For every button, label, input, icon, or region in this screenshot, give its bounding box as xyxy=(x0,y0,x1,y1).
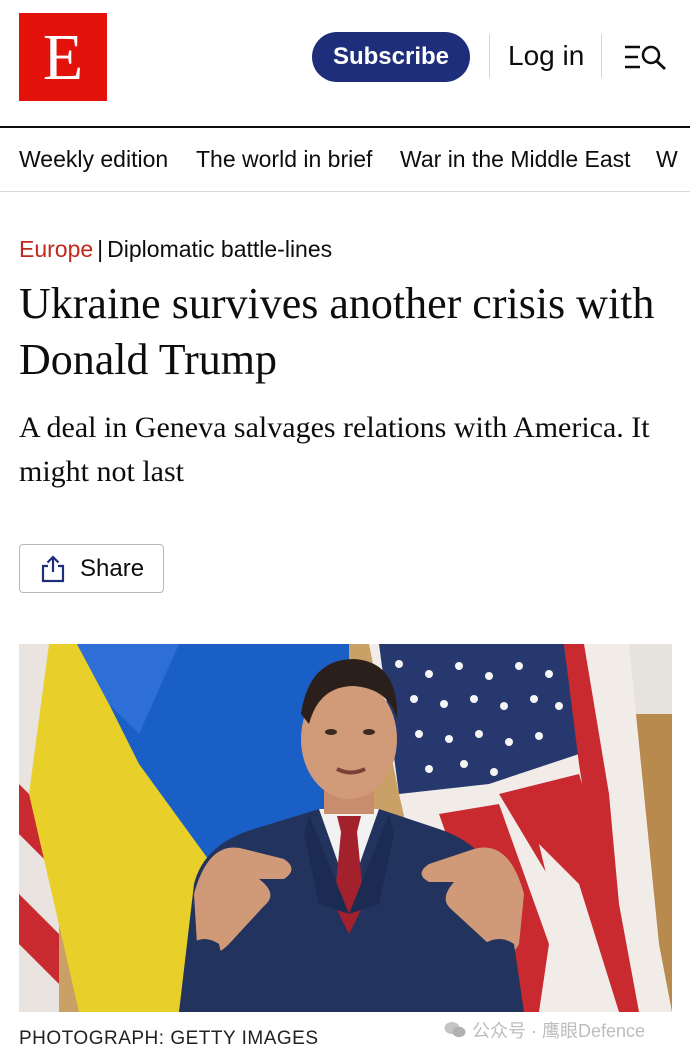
wechat-icon xyxy=(444,1022,466,1038)
site-header: E Subscribe Log in xyxy=(0,0,690,126)
image-credit: PHOTOGRAPH: GETTY IMAGES xyxy=(19,1028,319,1049)
logo-letter: E xyxy=(42,21,84,94)
login-link[interactable]: Log in xyxy=(508,40,584,72)
wechat-watermark: 公众号 · 鹰眼Defence xyxy=(444,1018,645,1042)
hero-image xyxy=(19,644,672,1012)
nav-item-world-in-brief[interactable]: The world in brief xyxy=(196,146,372,173)
nav-item-weekly-edition[interactable]: Weekly edition xyxy=(19,146,168,173)
rubric-separator: | xyxy=(97,236,104,262)
share-label: Share xyxy=(80,554,145,582)
share-button[interactable]: Share xyxy=(19,544,164,593)
watermark-text: 公众号 · 鹰眼Defence xyxy=(472,1021,646,1041)
header-divider xyxy=(489,34,490,78)
article-standfirst: A deal in Geneva salvages relations with… xyxy=(19,411,650,488)
subscribe-button[interactable]: Subscribe xyxy=(312,32,470,82)
article-rubric: Europe | Diplomatic battle-lines xyxy=(19,236,332,263)
menu-search-icon[interactable] xyxy=(624,42,668,72)
nav-item-war-middle-east[interactable]: War in the Middle East xyxy=(400,146,631,173)
article-headline: Ukraine survives another crisis with Don… xyxy=(19,279,655,384)
top-nav: Weekly edition The world in brief War in… xyxy=(0,128,690,192)
share-icon xyxy=(41,554,65,582)
economist-logo[interactable]: E xyxy=(19,13,107,101)
header-divider xyxy=(601,34,602,78)
nav-rule xyxy=(0,191,690,192)
fly-title: Diplomatic battle-lines xyxy=(107,236,333,262)
nav-item-more[interactable]: W xyxy=(656,146,678,173)
section-link[interactable]: Europe xyxy=(19,236,93,262)
